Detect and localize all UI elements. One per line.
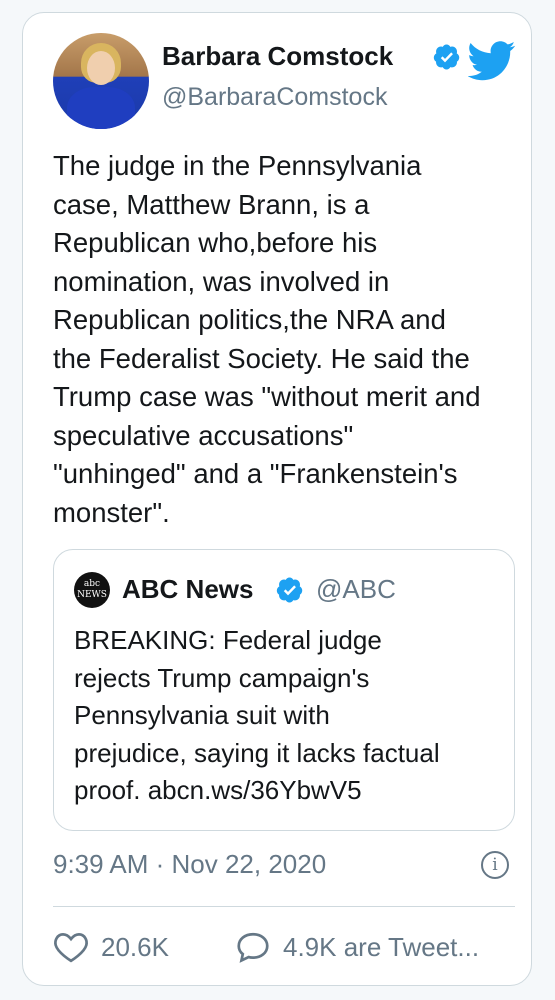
author-handle[interactable]: @BarbaraComstock [162,83,387,112]
verified-badge-icon [433,44,460,70]
author-name[interactable]: Barbara Comstock [162,41,393,72]
quoted-tweet-text: BREAKING: Federal judge rejects Trump ca… [74,625,440,805]
abc-news-logo: abc NEWS [74,572,110,608]
divider [53,906,515,907]
avatar-face [87,51,115,85]
like-button[interactable]: 20.6K [53,927,169,967]
author-avatar[interactable] [53,33,149,129]
info-icon[interactable]: i [481,851,509,879]
tweet-timestamp[interactable]: 9:39 AM · Nov 22, 2020 [53,849,326,880]
reply-button[interactable]: 4.9K are Tweet... [235,927,479,967]
quoted-author-handle: @ABC [316,574,396,604]
tweet-card[interactable]: Barbara Comstock @BarbaraComstock The ju… [22,12,532,986]
heart-icon [54,933,88,963]
quoted-tweet[interactable]: abc NEWS ABC News @ABC BREAKING: Federal… [53,549,515,831]
logo-text-top: abc [83,579,101,589]
like-count: 20.6K [101,931,169,962]
logo-text-bottom: NEWS [77,590,107,600]
verified-badge-icon [276,577,303,603]
avatar-body [67,87,135,129]
reply-count-label: 4.9K are Tweet... [283,931,480,962]
twitter-bird-icon[interactable] [468,41,516,81]
speech-bubble-icon [237,932,269,963]
quoted-author-name: ABC News [122,574,254,604]
tweet-text: The judge in the Pennsylvania case, Matt… [53,150,481,528]
